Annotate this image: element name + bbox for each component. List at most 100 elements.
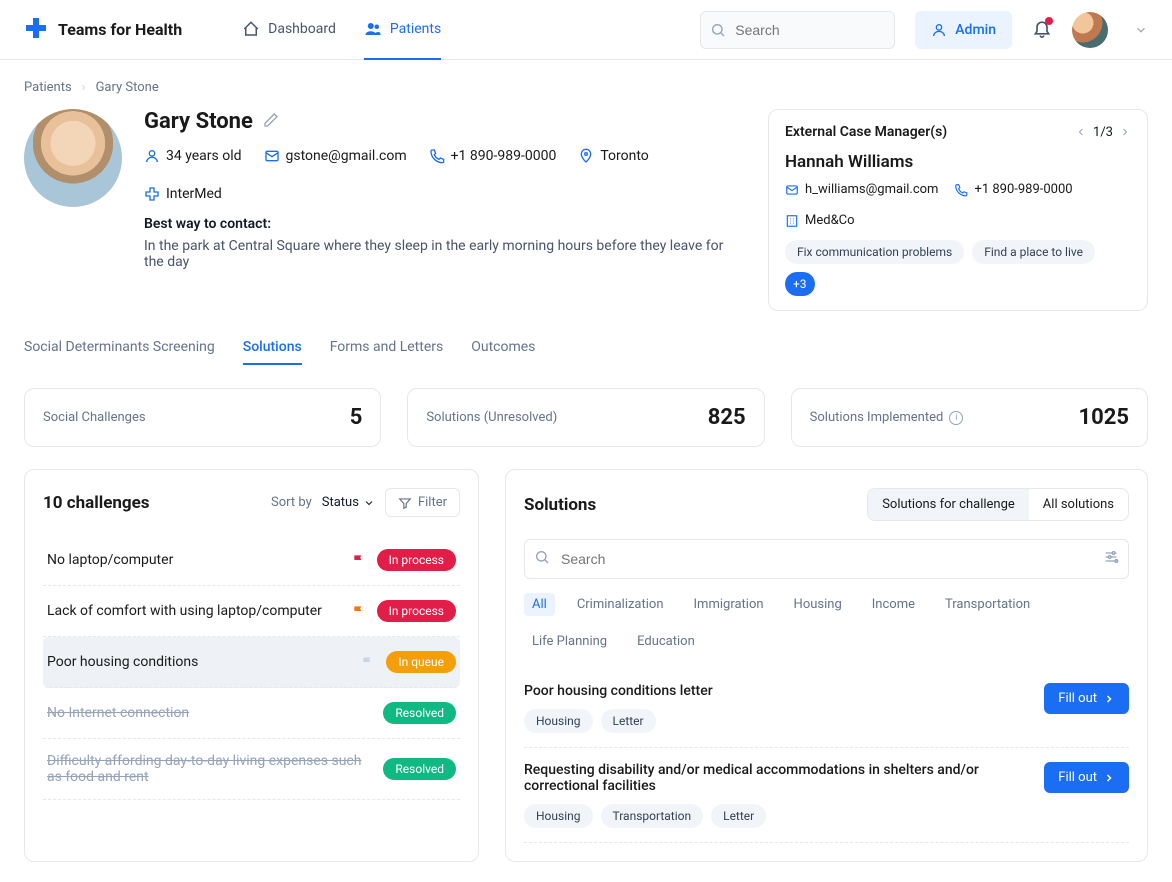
flag-icon <box>360 655 376 669</box>
sort-select[interactable]: Status <box>322 495 375 510</box>
chevron-right-icon: › <box>82 80 86 95</box>
challenge-row[interactable]: Lack of comfort with using laptop/comput… <box>43 586 460 637</box>
manager-tag[interactable]: Find a place to live <box>972 240 1095 264</box>
brand-text: Teams for Health <box>58 20 182 39</box>
challenge-row[interactable]: Poor housing conditions In queue <box>43 637 460 688</box>
breadcrumb: Patients › Gary Stone <box>24 80 1148 95</box>
category-filter[interactable]: Immigration <box>686 593 772 616</box>
patient-city: Toronto <box>578 148 648 164</box>
subtab-sds[interactable]: Social Determinants Screening <box>24 339 215 365</box>
tab-patients[interactable]: Patients <box>364 0 441 60</box>
chevron-down-icon <box>363 497 375 509</box>
patient-header: Gary Stone 34 years old gstone@gmail.com… <box>24 109 734 270</box>
filter-icon <box>398 496 412 510</box>
info-icon[interactable]: i <box>949 411 963 425</box>
challenge-row[interactable]: Difficulty affording day-to-day living e… <box>43 739 460 800</box>
solutions-search-input[interactable] <box>524 539 1129 579</box>
challenge-row[interactable]: No Internet connection Resolved <box>43 688 460 739</box>
solution-title: Poor housing conditions letter <box>524 683 1028 699</box>
category-filter[interactable]: Income <box>864 593 923 616</box>
status-badge: Resolved <box>383 702 456 724</box>
search-icon <box>534 549 550 569</box>
subtab-forms[interactable]: Forms and Letters <box>330 339 444 365</box>
category-filter[interactable]: Criminalization <box>569 593 672 616</box>
case-manager-card: External Case Manager(s) 1/3 Hannah Will… <box>768 109 1148 311</box>
flag-icon <box>351 553 367 567</box>
phone-icon <box>954 183 968 197</box>
patient-age: 34 years old <box>144 148 242 164</box>
notifications-button[interactable] <box>1032 18 1052 42</box>
subtabs: Social Determinants Screening Solutions … <box>24 339 1148 366</box>
solution-tag[interactable]: Housing <box>524 804 593 828</box>
search-input[interactable] <box>700 11 895 49</box>
mail-icon <box>785 183 799 197</box>
category-filter[interactable]: Education <box>629 630 703 653</box>
challenge-text: Difficulty affording day-to-day living e… <box>47 753 373 785</box>
search-icon <box>710 22 726 38</box>
patient-phone[interactable]: +1 890-989-0000 <box>429 148 557 164</box>
manager-phone[interactable]: +1 890-989-0000 <box>954 182 1072 197</box>
avatar[interactable] <box>1072 12 1108 48</box>
solution-tag[interactable]: Housing <box>524 709 593 733</box>
edit-icon[interactable] <box>263 112 279 132</box>
patient-org: InterMed <box>144 186 222 202</box>
toggle-challenge[interactable]: Solutions for challenge <box>868 489 1029 520</box>
stat-solutions-implemented: Solutions Implementedi 1025 <box>791 388 1148 447</box>
subtab-outcomes[interactable]: Outcomes <box>471 339 535 365</box>
nav-tabs: Dashboard Patients <box>242 0 441 60</box>
solutions-pane: Solutions Solutions for challenge All so… <box>505 469 1148 862</box>
contact-text: In the park at Central Square where they… <box>144 238 734 270</box>
patient-email[interactable]: gstone@gmail.com <box>264 148 407 164</box>
flag-icon <box>351 604 367 618</box>
mail-icon <box>264 148 280 164</box>
manager-name: Hannah Williams <box>785 152 1131 172</box>
manager-tag[interactable]: Fix communication problems <box>785 240 964 264</box>
challenges-pane: 10 challenges Sort by Status Filter No l… <box>24 469 479 862</box>
solution-item: Poor housing conditions letter Housing Let… <box>524 669 1129 748</box>
challenge-row[interactable]: No laptop/computer In process <box>43 535 460 586</box>
toggle-all[interactable]: All solutions <box>1029 489 1128 520</box>
stat-social-challenges: Social Challenges 5 <box>24 388 381 447</box>
solution-title: Requesting disability and/or medical acc… <box>524 762 1028 794</box>
notification-dot <box>1045 17 1053 25</box>
category-filter[interactable]: All <box>524 593 555 616</box>
chevron-left-icon[interactable] <box>1075 126 1087 138</box>
challenges-title: 10 challenges <box>43 493 150 513</box>
subtab-solutions[interactable]: Solutions <box>243 339 302 365</box>
challenge-text: No Internet connection <box>47 705 373 721</box>
category-filter[interactable]: Housing <box>786 593 850 616</box>
tab-dashboard[interactable]: Dashboard <box>242 0 336 60</box>
filter-button[interactable]: Filter <box>385 488 460 517</box>
solution-tag[interactable]: Transportation <box>601 804 704 828</box>
logo-icon <box>24 16 48 44</box>
category-filter[interactable]: Life Planning <box>524 630 615 653</box>
chevron-right-icon <box>1103 772 1115 784</box>
breadcrumb-root[interactable]: Patients <box>24 80 72 95</box>
status-badge: In queue <box>386 651 456 673</box>
solutions-title: Solutions <box>524 495 596 515</box>
global-search <box>700 11 895 49</box>
building-icon <box>785 214 799 228</box>
chevron-down-icon[interactable] <box>1134 23 1148 37</box>
solution-item: Requesting disability and/or medical acc… <box>524 748 1129 843</box>
challenge-text: Lack of comfort with using laptop/comput… <box>47 603 341 619</box>
manager-org: Med&Co <box>785 213 855 228</box>
status-badge: Resolved <box>383 758 456 780</box>
challenge-text: No laptop/computer <box>47 552 341 568</box>
challenge-text: Poor housing conditions <box>47 654 350 670</box>
pin-icon <box>578 148 594 164</box>
manager-more-tags[interactable]: +3 <box>785 272 815 296</box>
sliders-icon[interactable] <box>1103 549 1119 569</box>
status-badge: In process <box>377 549 456 571</box>
solution-tag[interactable]: Letter <box>711 804 766 828</box>
admin-button[interactable]: Admin <box>915 11 1012 49</box>
fill-out-button[interactable]: Fill out <box>1044 683 1129 714</box>
med-icon <box>144 186 160 202</box>
solution-tag[interactable]: Letter <box>601 709 656 733</box>
fill-out-button[interactable]: Fill out <box>1044 762 1129 793</box>
category-filter[interactable]: Transportation <box>937 593 1038 616</box>
chevron-right-icon[interactable] <box>1119 126 1131 138</box>
case-manager-title: External Case Manager(s) <box>785 124 947 140</box>
manager-email[interactable]: h_williams@gmail.com <box>785 182 938 197</box>
pager-text: 1/3 <box>1093 125 1113 140</box>
